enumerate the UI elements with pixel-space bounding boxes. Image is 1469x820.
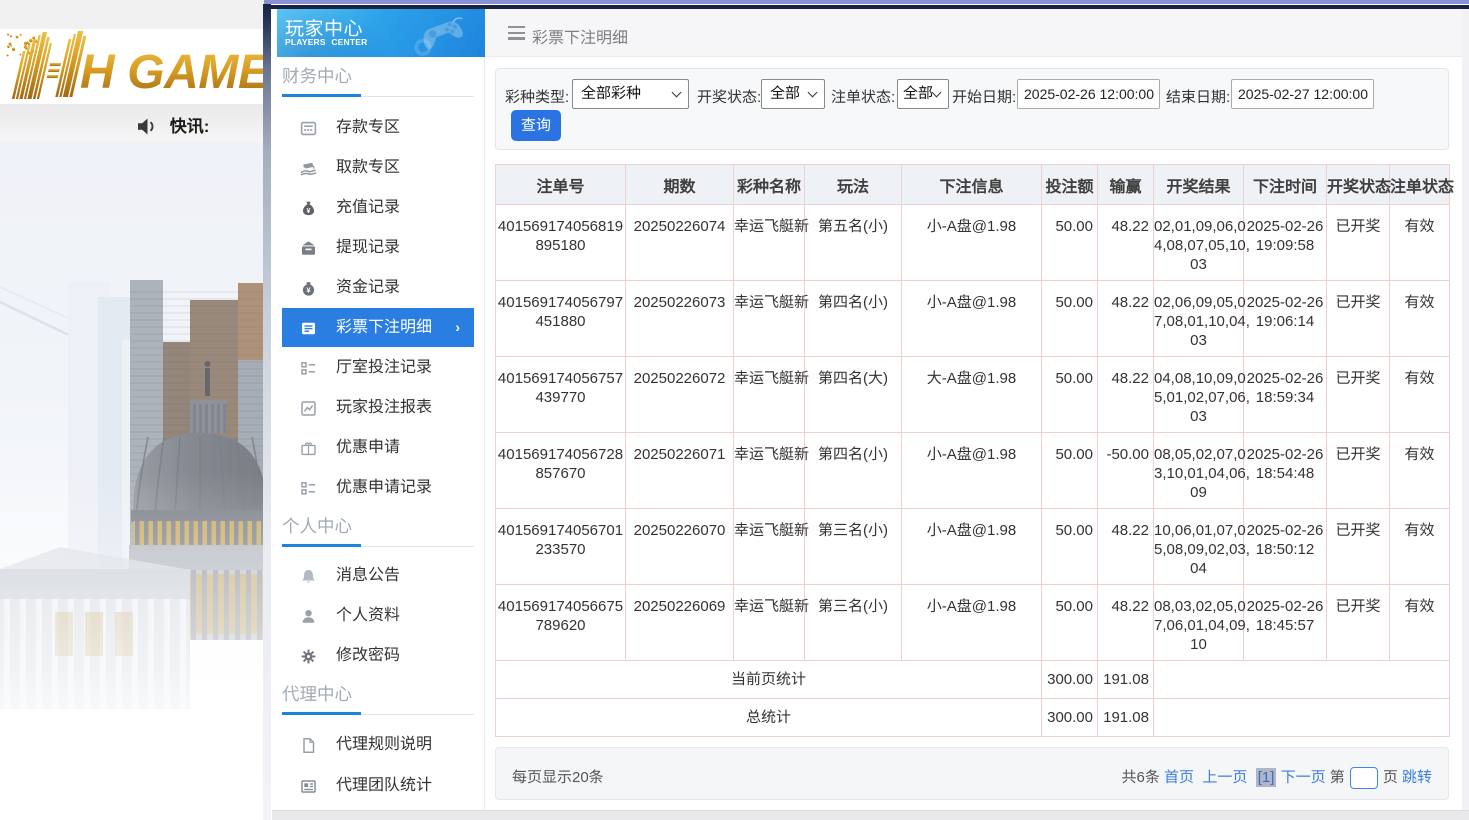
svg-text:H GAME: H GAME	[80, 46, 265, 99]
svg-text:¥: ¥	[307, 208, 311, 215]
